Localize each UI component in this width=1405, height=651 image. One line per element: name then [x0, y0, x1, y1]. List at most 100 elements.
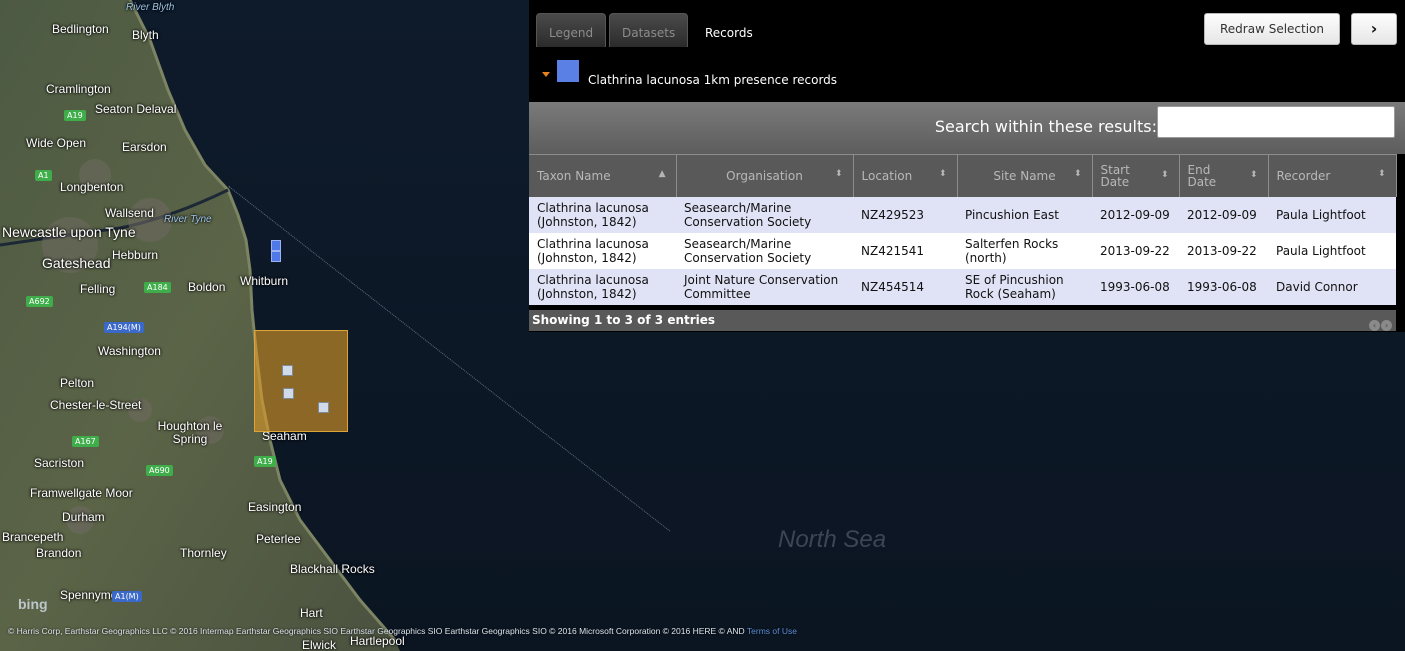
map-label: Brandon — [36, 546, 82, 560]
sort-icon: ⬍ — [1377, 169, 1386, 179]
cell-recorder: David Connor — [1268, 269, 1396, 305]
column-header[interactable]: Recorder ⬍ — [1268, 154, 1397, 197]
column-header[interactable]: Start Date ⬍ — [1092, 154, 1180, 197]
cell-start-date: 2013-09-22 — [1092, 233, 1179, 269]
column-header[interactable]: Site Name ⬍ — [957, 154, 1093, 197]
record-marker[interactable] — [271, 240, 281, 251]
redraw-selection-button[interactable]: Redraw Selection — [1204, 13, 1340, 45]
table-footer: Showing 1 to 3 of 3 entries ‹ › — [529, 310, 1396, 331]
table-header-row: Taxon Name ▲ Organisation ⬍ Location ⬍ Site… — [529, 154, 1397, 197]
table-row[interactable]: Clathrina lacunosa (Johnston, 1842) Seas… — [529, 233, 1396, 269]
map-label: Earsdon — [122, 140, 167, 154]
map-label: Gateshead — [42, 255, 111, 271]
cell-location: NZ421541 — [853, 233, 957, 269]
search-bar: Search within these results: — [529, 102, 1405, 154]
map-attribution: © Harris Corp, Earthstar Geographics LLC… — [8, 626, 797, 636]
cell-location: NZ429523 — [853, 197, 957, 233]
cell-recorder: Paula Lightfoot — [1268, 233, 1396, 269]
layer-item[interactable]: Clathrina lacunosa 1km presence records — [529, 56, 1405, 96]
cell-end-date: 1993-06-08 — [1179, 269, 1268, 305]
map-label: Durham — [62, 510, 105, 524]
cell-taxon: Clathrina lacunosa (Johnston, 1842) — [529, 233, 676, 269]
map-label: Houghton le Spring — [157, 419, 223, 446]
map-label: Bedlington — [52, 22, 109, 36]
map-label: Elwick — [302, 638, 337, 651]
map-label: River Tyne — [164, 214, 212, 225]
cell-start-date: 2012-09-09 — [1092, 197, 1179, 233]
map-label: Hebburn — [112, 248, 159, 262]
cell-start-date: 1993-06-08 — [1092, 269, 1179, 305]
column-label: Recorder — [1276, 169, 1331, 183]
sort-icon: ⬍ — [1249, 170, 1258, 180]
map-label: Washington — [98, 344, 161, 358]
tab-records[interactable]: Records — [692, 13, 766, 47]
layer-name: Clathrina lacunosa 1km presence records — [588, 73, 838, 87]
map-label: Felling — [80, 282, 116, 296]
record-marker[interactable] — [271, 251, 281, 262]
road-label: A1 — [35, 170, 52, 181]
map-label: Whitburn — [240, 274, 289, 288]
cell-end-date: 2012-09-09 — [1179, 197, 1268, 233]
road-label: A19 — [254, 456, 276, 467]
map-label: Cramlington — [46, 82, 111, 96]
map-label: Seaton Delaval — [95, 102, 177, 116]
cell-organisation: Seasearch/Marine Conservation Society — [676, 233, 853, 269]
map-label: Sacriston — [34, 456, 85, 470]
cell-location: NZ454514 — [853, 269, 957, 305]
map-label: Wallsend — [105, 206, 154, 220]
column-label: Location — [861, 169, 913, 183]
selection-box[interactable] — [254, 330, 348, 432]
terms-of-use-link[interactable]: Terms of Use — [747, 626, 797, 636]
tab-legend[interactable]: Legend — [536, 13, 607, 47]
search-input[interactable] — [1157, 106, 1395, 138]
column-header[interactable]: Location ⬍ — [853, 154, 958, 197]
sort-icon: ⬍ — [1160, 170, 1169, 180]
cell-site: Pincushion East — [957, 197, 1092, 233]
column-header[interactable]: End Date ⬍ — [1179, 154, 1269, 197]
tab-bar: Legend Datasets Records Redraw Selection… — [529, 0, 1405, 48]
layer-color-swatch — [557, 60, 579, 82]
cell-organisation: Joint Nature Conservation Committee — [676, 269, 853, 305]
road-label: A194(M) — [104, 322, 144, 333]
map-label: Longbenton — [60, 180, 124, 194]
road-label: A184 — [144, 282, 171, 293]
map-label: Hartlepool — [350, 634, 405, 648]
chevron-right-icon[interactable]: › — [1351, 13, 1397, 45]
map-label: Pelton — [60, 376, 95, 390]
previous-page-icon[interactable]: ‹ — [1369, 320, 1380, 331]
records-panel: Legend Datasets Records Redraw Selection… — [529, 0, 1405, 332]
map-label: Wide Open — [26, 136, 87, 150]
record-square[interactable] — [282, 365, 293, 376]
table-row[interactable]: Clathrina lacunosa (Johnston, 1842) Join… — [529, 269, 1396, 305]
map-label: River Blyth — [126, 2, 175, 13]
map-label: Boldon — [188, 280, 226, 294]
record-square[interactable] — [283, 388, 294, 399]
search-label: Search within these results: — [934, 117, 1157, 136]
tab-datasets[interactable]: Datasets — [609, 13, 689, 47]
map-label: Blyth — [132, 28, 159, 42]
column-label: Taxon Name — [537, 169, 611, 183]
record-square[interactable] — [318, 402, 329, 413]
map-label: Easington — [248, 500, 302, 514]
caret-down-icon[interactable] — [542, 72, 550, 77]
sort-icon: ⬍ — [834, 169, 843, 179]
next-page-icon[interactable]: › — [1381, 320, 1392, 331]
road-label: A1(M) — [112, 591, 142, 602]
map-label: Blackhall Rocks — [290, 562, 375, 576]
table-row[interactable]: Clathrina lacunosa (Johnston, 1842) Seas… — [529, 197, 1396, 233]
records-table: Taxon Name ▲ Organisation ⬍ Location ⬍ Site… — [529, 154, 1397, 305]
sea-label: North Sea — [778, 526, 887, 553]
column-header[interactable]: Organisation ⬍ — [676, 154, 854, 197]
sort-icon: ⬍ — [1073, 169, 1082, 179]
road-label: A19 — [64, 110, 86, 121]
road-label: A690 — [146, 465, 173, 476]
cell-recorder: Paula Lightfoot — [1268, 197, 1396, 233]
map-label: Framwellgate Moor — [30, 486, 133, 500]
cell-organisation: Seasearch/Marine Conservation Society — [676, 197, 853, 233]
column-header[interactable]: Taxon Name ▲ — [529, 154, 677, 197]
cell-site: SE of Pincushion Rock (Seaham) — [957, 269, 1092, 305]
sort-asc-icon: ▲ — [658, 169, 666, 179]
attribution-text: © Harris Corp, Earthstar Geographics LLC… — [8, 626, 745, 636]
cell-site: Salterfen Rocks (north) — [957, 233, 1092, 269]
map-label: Newcastle upon Tyne — [2, 224, 136, 240]
